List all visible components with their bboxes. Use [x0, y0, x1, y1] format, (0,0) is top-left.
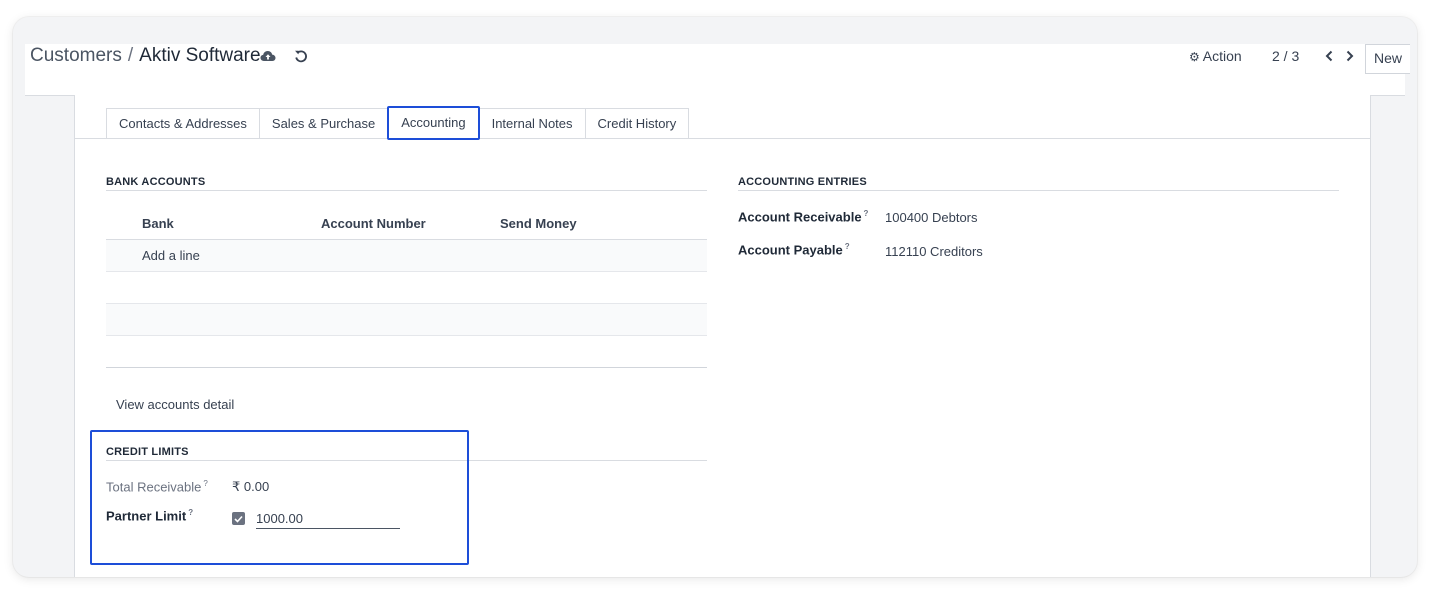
action-menu-button[interactable]: ⚙ Action	[1189, 46, 1242, 66]
breadcrumb-current: Aktiv Software	[139, 45, 261, 66]
account-receivable-label: Account Receivable?	[738, 209, 869, 225]
help-icon[interactable]: ?	[845, 242, 850, 251]
save-button[interactable]	[258, 46, 278, 66]
column-header-account-number[interactable]: Account Number	[321, 216, 426, 231]
tab-contacts-addresses[interactable]: Contacts & Addresses	[106, 108, 260, 138]
pager-next-button[interactable]	[1342, 46, 1358, 66]
tab-sales-purchase[interactable]: Sales & Purchase	[258, 108, 389, 138]
tab-accounting[interactable]: Accounting	[387, 106, 480, 140]
account-payable-label: Account Payable?	[738, 242, 850, 258]
pager-value[interactable]: 2 / 3	[1272, 46, 1299, 66]
table-row-line	[106, 271, 707, 272]
tab-credit-history[interactable]: Credit History	[584, 108, 690, 138]
bank-accounts-separator	[106, 190, 707, 191]
table-row-line	[106, 335, 707, 336]
table-footer-line	[106, 367, 707, 368]
undo-icon	[295, 50, 307, 63]
account-receivable-value[interactable]: 100400 Debtors	[885, 210, 978, 225]
account-payable-value[interactable]: 112110 Creditors	[885, 244, 983, 259]
cloud-upload-icon	[260, 51, 276, 61]
notebook-tabs: Contacts & Addresses Sales & Purchase Ac…	[106, 106, 690, 140]
view-accounts-detail-link[interactable]: View accounts detail	[116, 397, 234, 412]
breadcrumb: Customers / Aktiv Software	[30, 44, 261, 68]
pager-previous-button[interactable]	[1321, 46, 1337, 66]
accounting-entries-separator	[738, 190, 1339, 191]
action-label: Action	[1202, 48, 1242, 64]
add-line-link[interactable]: Add a line	[142, 248, 200, 263]
credit-limits-highlight	[90, 430, 469, 565]
table-row	[106, 304, 707, 336]
tab-divider	[75, 138, 1370, 139]
form-sheet: Contacts & Addresses Sales & Purchase Ac…	[74, 95, 1371, 577]
breadcrumb-customers[interactable]: Customers	[30, 45, 122, 66]
control-panel: Customers / Aktiv Software ⚙ Action 2 / 3	[25, 44, 1410, 96]
discard-button[interactable]	[291, 46, 311, 66]
chevron-right-icon	[1346, 50, 1354, 62]
help-icon[interactable]: ?	[864, 209, 869, 218]
tab-internal-notes[interactable]: Internal Notes	[478, 108, 586, 138]
breadcrumb-separator: /	[127, 45, 134, 66]
app-window: Customers / Aktiv Software ⚙ Action 2 / 3	[13, 17, 1417, 577]
new-button[interactable]: New	[1365, 44, 1410, 74]
chevron-left-icon	[1325, 50, 1333, 62]
column-header-send-money[interactable]: Send Money	[500, 216, 577, 231]
accounting-entries-title: ACCOUNTING ENTRIES	[738, 176, 867, 188]
bank-accounts-title: BANK ACCOUNTS	[106, 176, 206, 188]
gear-icon: ⚙	[1189, 50, 1200, 64]
column-header-bank[interactable]: Bank	[142, 216, 174, 231]
